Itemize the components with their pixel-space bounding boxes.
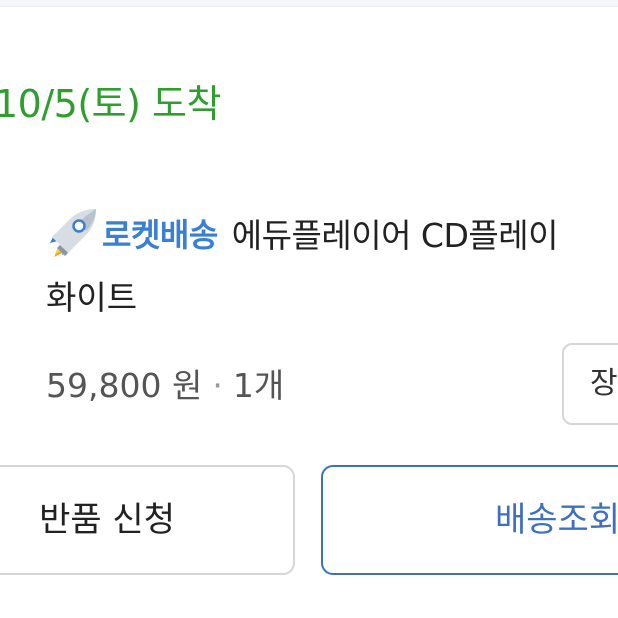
- product-quantity: 1개: [232, 366, 285, 405]
- order-item-card: 10/5(토) 도착 로켓배송 에듀플레이어 CD플레이 화이트 59,800 …: [0, 0, 618, 618]
- add-to-cart-button[interactable]: 장: [562, 343, 618, 425]
- rocket-icon: [50, 209, 96, 257]
- product-price: 59,800 원: [46, 366, 203, 405]
- product-title[interactable]: 에듀플레이어 CD플레이: [232, 209, 559, 257]
- price-quantity-row: 59,800 원 · 1개: [46, 360, 284, 412]
- top-divider: [0, 0, 618, 7]
- product-title-continued[interactable]: 화이트: [46, 272, 137, 324]
- return-request-button[interactable]: 반품 신청: [0, 465, 295, 575]
- rocket-delivery-label: 로켓배송: [102, 216, 218, 254]
- track-shipment-button[interactable]: 배송조회: [321, 465, 618, 575]
- delivery-status: 10/5(토) 도착: [0, 82, 221, 126]
- separator-dot: ·: [212, 366, 223, 405]
- product-title-row: 로켓배송 에듀플레이어 CD플레이: [46, 204, 558, 262]
